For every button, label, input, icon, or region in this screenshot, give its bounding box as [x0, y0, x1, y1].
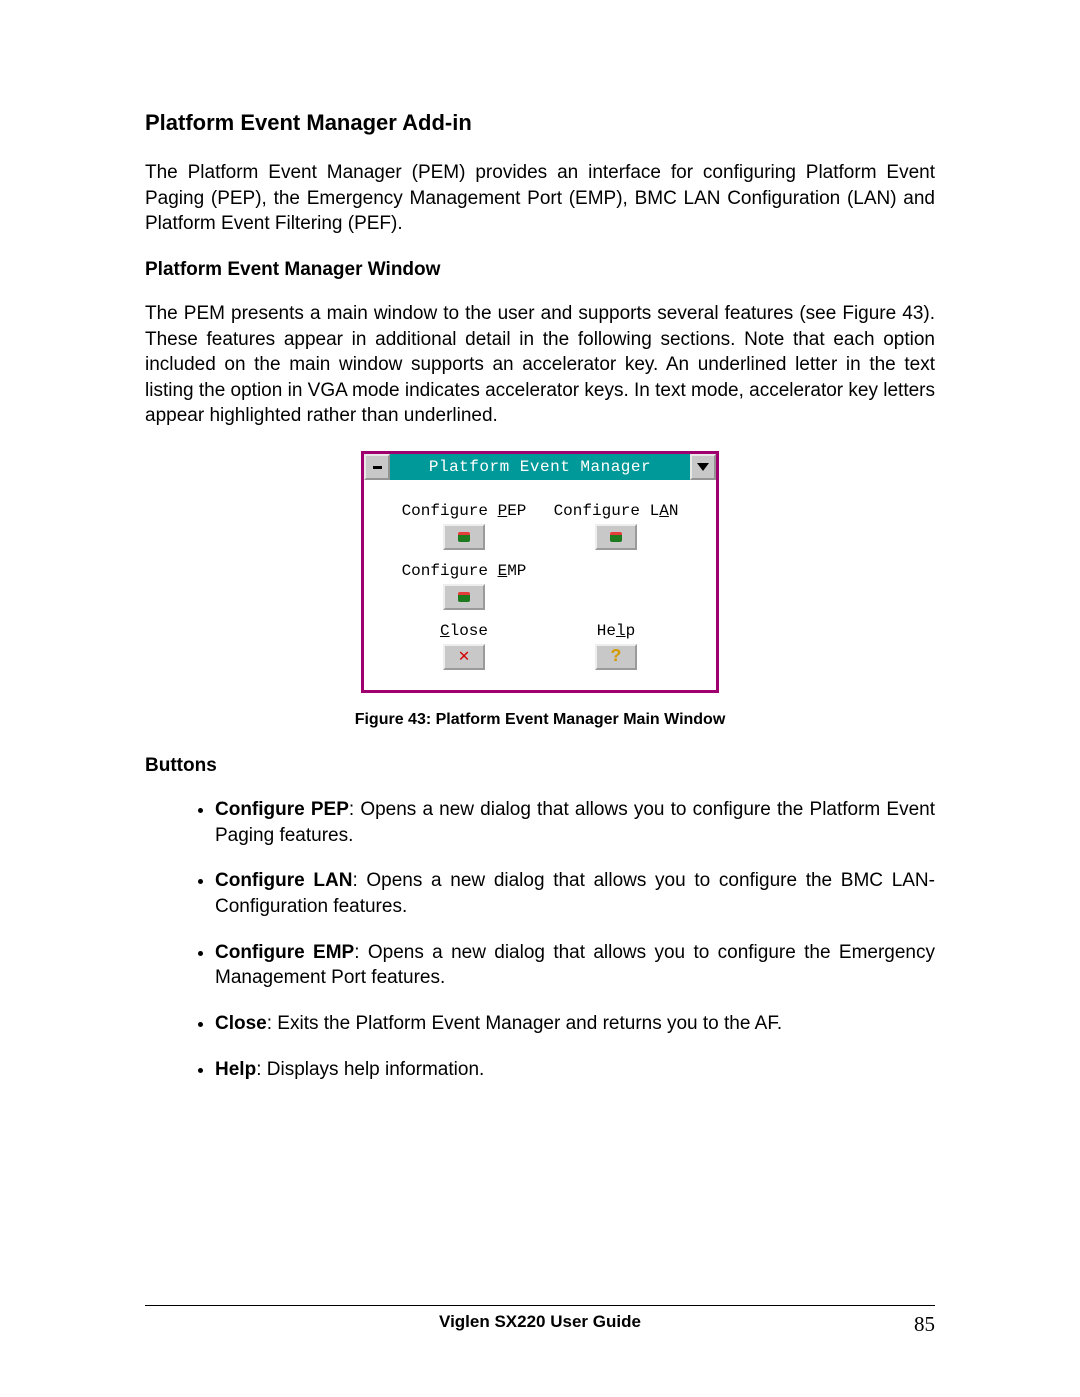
configure-lan-item: Configure LAN [546, 502, 686, 550]
footer-title: Viglen SX220 User Guide [145, 1312, 935, 1332]
configure-pep-item: Configure PEP [394, 502, 534, 550]
buttons-heading: Buttons [145, 755, 935, 777]
pem-window: Platform Event Manager Configure PEP Con… [361, 451, 719, 693]
help-item: Help ? [546, 622, 686, 670]
help-button[interactable]: ? [595, 644, 637, 670]
config-icon [610, 532, 622, 542]
titlebar: Platform Event Manager [364, 454, 716, 480]
system-menu-icon [373, 466, 382, 469]
page-number: 85 [914, 1312, 935, 1337]
list-item: Configure EMP: Opens a new dialog that a… [215, 940, 935, 991]
configure-emp-button[interactable] [443, 584, 485, 610]
page-footer: Viglen SX220 User Guide 85 [145, 1305, 935, 1337]
configure-emp-item: Configure EMP [394, 562, 534, 610]
config-icon [458, 532, 470, 542]
close-label: Close [394, 622, 534, 640]
configure-emp-label: Configure EMP [394, 562, 534, 580]
window-title: Platform Event Manager [390, 454, 690, 480]
minimize-button[interactable] [690, 454, 716, 480]
list-item: Help: Displays help information. [215, 1057, 935, 1083]
help-icon: ? [611, 650, 622, 664]
pem-window-paragraph: The PEM presents a main window to the us… [145, 301, 935, 429]
list-item: Close: Exits the Platform Event Manager … [215, 1011, 935, 1037]
window-body: Configure PEP Configure LAN Configure EM… [364, 480, 716, 690]
subheading-pem-window: Platform Event Manager Window [145, 259, 935, 281]
configure-pep-label: Configure PEP [394, 502, 534, 520]
close-icon: ✕ [459, 650, 470, 664]
figure-caption: Figure 43: Platform Event Manager Main W… [145, 711, 935, 729]
buttons-list: Configure PEP: Opens a new dialog that a… [145, 797, 935, 1082]
list-item: Configure PEP: Opens a new dialog that a… [215, 797, 935, 848]
help-label: Help [546, 622, 686, 640]
intro-paragraph: The Platform Event Manager (PEM) provide… [145, 160, 935, 237]
section-heading: Platform Event Manager Add-in [145, 110, 935, 136]
configure-lan-label: Configure LAN [546, 502, 686, 520]
dropdown-icon [697, 463, 709, 471]
configure-lan-button[interactable] [595, 524, 637, 550]
config-icon [458, 592, 470, 602]
figure-43: Platform Event Manager Configure PEP Con… [145, 451, 935, 693]
system-menu-button[interactable] [364, 454, 390, 480]
list-item: Configure LAN: Opens a new dialog that a… [215, 868, 935, 919]
close-button[interactable]: ✕ [443, 644, 485, 670]
configure-pep-button[interactable] [443, 524, 485, 550]
close-item: Close ✕ [394, 622, 534, 670]
